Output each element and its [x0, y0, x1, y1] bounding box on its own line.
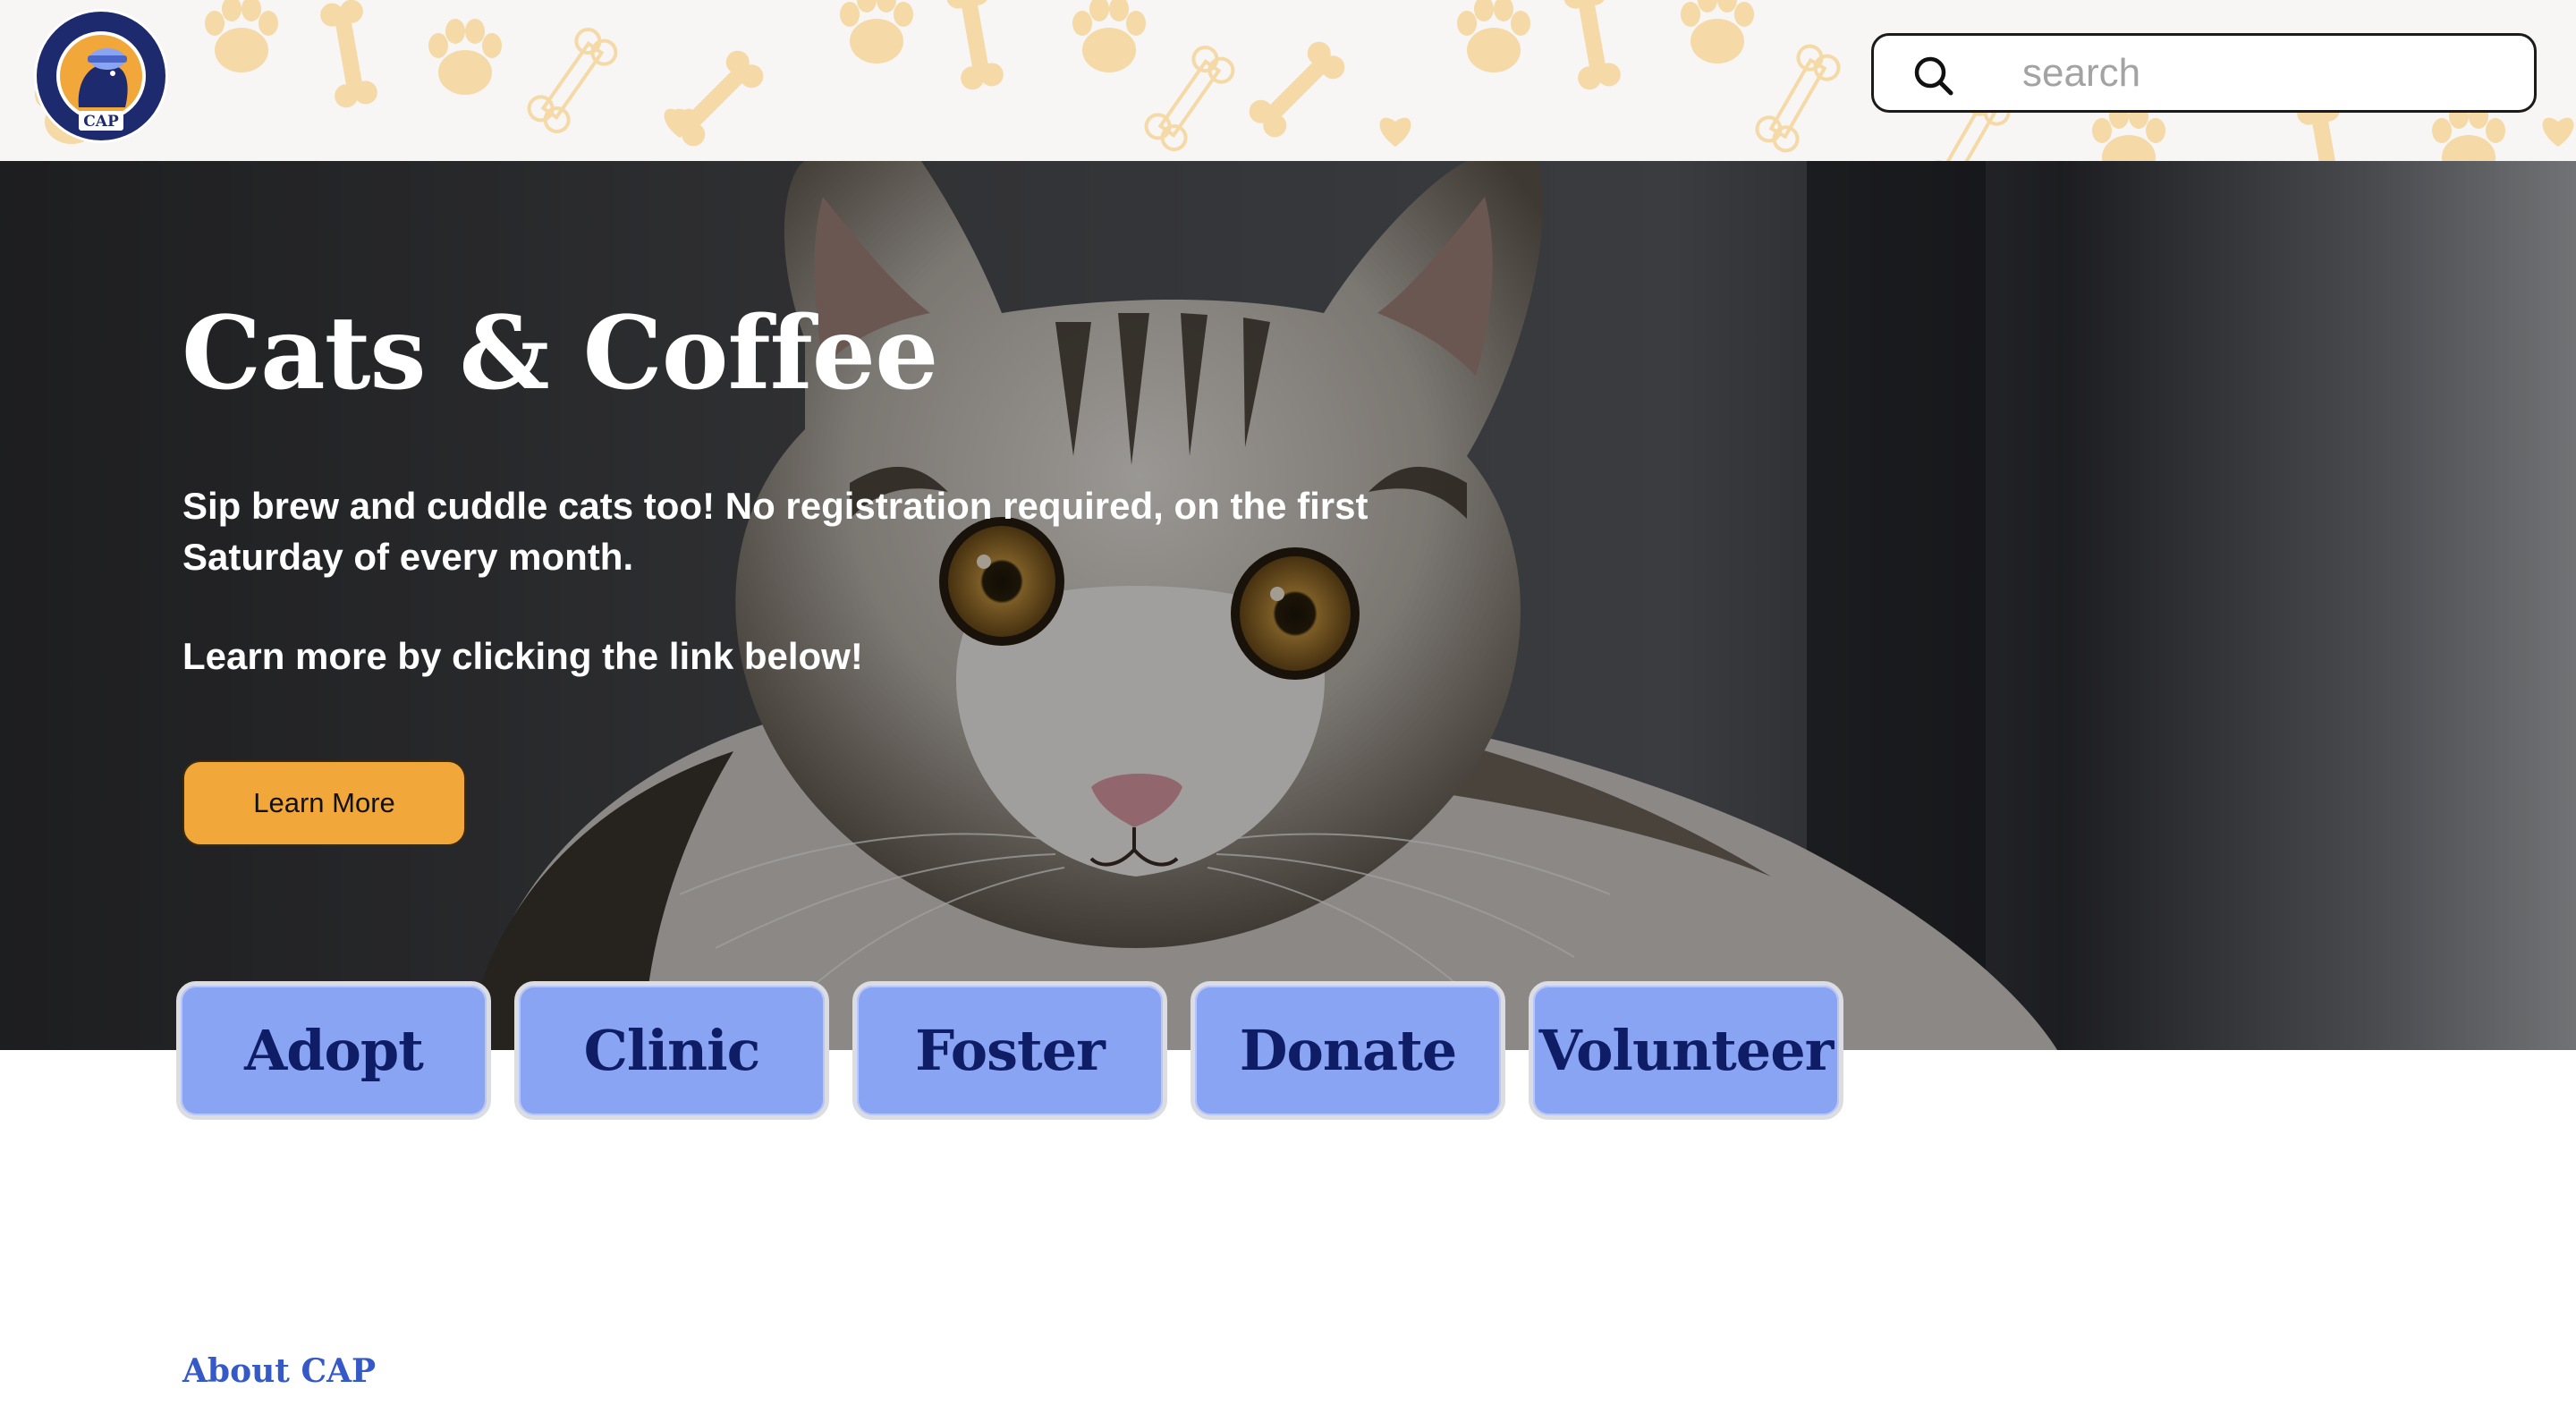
tile-label: Adopt: [244, 1018, 424, 1083]
tile-clinic[interactable]: Clinic: [514, 981, 829, 1120]
site-header: CAP: [0, 0, 2576, 161]
hero-title: Cats & Coffee: [182, 295, 938, 412]
tile-volunteer[interactable]: Volunteer: [1529, 981, 1843, 1120]
logo-text: CAP: [83, 113, 119, 131]
learn-more-button[interactable]: Learn More: [182, 760, 466, 846]
search-icon[interactable]: [1911, 54, 1956, 98]
search-input[interactable]: [2021, 43, 2516, 104]
search-box[interactable]: [1871, 33, 2537, 113]
tile-foster[interactable]: Foster: [852, 981, 1167, 1120]
hero-banner: Cats & Coffee Sip brew and cuddle cats t…: [0, 161, 2576, 1050]
tile-label: Donate: [1239, 1018, 1457, 1083]
tile-label: Volunteer: [1538, 1018, 1835, 1083]
cap-logo[interactable]: CAP: [32, 7, 170, 145]
tile-label: Clinic: [583, 1018, 761, 1083]
quick-links: Adopt Clinic Foster Donate Volunteer: [176, 981, 1849, 1120]
hero-description: Sip brew and cuddle cats too! No registr…: [182, 485, 1368, 578]
hero-cta-text: Learn more by clicking the link below!: [182, 635, 863, 677]
tile-label: Foster: [915, 1018, 1106, 1083]
about-cap-link[interactable]: About CAP: [182, 1352, 376, 1390]
tile-donate[interactable]: Donate: [1191, 981, 1505, 1120]
tile-adopt[interactable]: Adopt: [176, 981, 491, 1120]
